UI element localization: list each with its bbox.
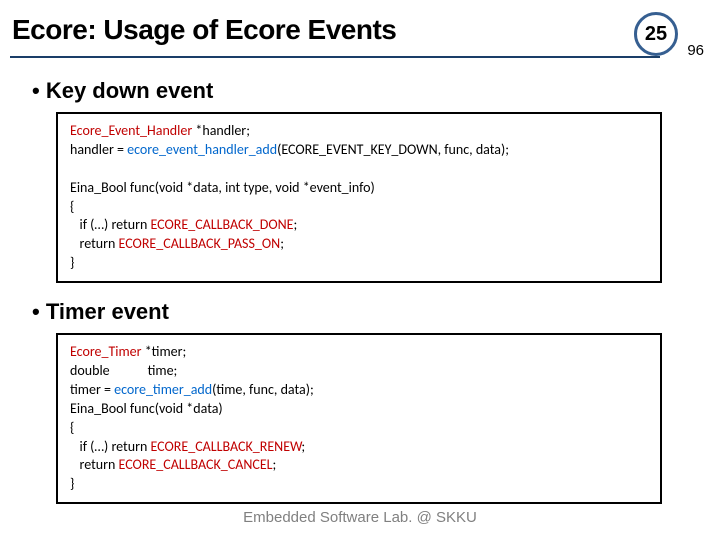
code-text: return xyxy=(70,456,119,473)
page-total: 96 xyxy=(687,42,704,59)
bullet-timer: Timer event xyxy=(32,299,662,325)
footer-text: Embedded Software Lab. @ SKKU xyxy=(0,509,720,526)
content-area: Key down event Ecore_Event_Handler *hand… xyxy=(32,78,662,520)
code-fn: ecore_event_handler_add xyxy=(127,141,277,158)
slide-title: Ecore: Usage of Ecore Events xyxy=(12,14,720,46)
title-row: Ecore: Usage of Ecore Events xyxy=(0,0,720,46)
code-type: Ecore_Timer xyxy=(70,343,142,360)
page-number-badge: 25 xyxy=(634,12,678,56)
code-text: *timer; xyxy=(142,343,187,360)
code-text: { xyxy=(70,198,74,215)
code-text: Eina_Bool func(void *data, int type, voi… xyxy=(70,179,375,196)
code-fn: ecore_timer_add xyxy=(114,381,212,398)
code-type: Ecore_Event_Handler xyxy=(70,122,192,139)
code-box-timer: Ecore_Timer *timer; double time; timer =… xyxy=(56,333,662,504)
code-text: ; xyxy=(301,438,305,455)
code-text: if (…) return xyxy=(70,438,151,455)
slide: Ecore: Usage of Ecore Events 25 96 Key d… xyxy=(0,0,720,540)
code-const: ECORE_CALLBACK_PASS_ON xyxy=(119,235,281,252)
code-const: ECORE_CALLBACK_DONE xyxy=(151,216,294,233)
code-text: ; xyxy=(273,456,277,473)
code-text: return xyxy=(70,235,119,252)
page-current: 25 xyxy=(645,23,667,46)
code-text: (ECORE_EVENT_KEY_DOWN, func, data); xyxy=(277,141,509,158)
bullet-keydown: Key down event xyxy=(32,78,662,104)
code-text: { xyxy=(70,419,74,436)
code-box-keydown: Ecore_Event_Handler *handler; handler = … xyxy=(56,112,662,283)
code-text: if (…) return xyxy=(70,216,151,233)
code-text: (time, func, data); xyxy=(212,381,314,398)
code-text: } xyxy=(70,254,74,271)
code-text: handler = xyxy=(70,141,127,158)
title-underline xyxy=(10,56,660,58)
code-text: *handler; xyxy=(192,122,250,139)
code-text: timer = xyxy=(70,381,114,398)
code-const: ECORE_CALLBACK_RENEW xyxy=(151,438,302,455)
code-text: ; xyxy=(293,216,297,233)
code-const: ECORE_CALLBACK_CANCEL xyxy=(119,456,273,473)
code-text: } xyxy=(70,475,74,492)
code-text: ; xyxy=(280,235,284,252)
code-text: Eina_Bool func(void *data) xyxy=(70,400,223,417)
code-text: double time; xyxy=(70,362,177,379)
